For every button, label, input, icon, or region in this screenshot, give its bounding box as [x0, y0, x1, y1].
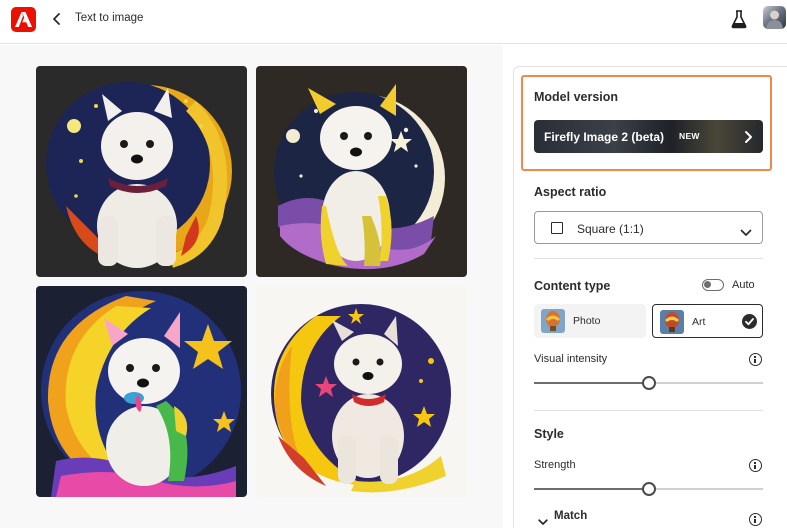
generated-image-1[interactable] [36, 66, 247, 277]
chevron-right-icon [743, 130, 753, 149]
settings-panel: Model version Firefly Image 2 (beta) NEW… [513, 66, 787, 528]
photo-label: Photo [573, 315, 601, 327]
info-icon[interactable] [749, 353, 762, 366]
info-icon[interactable] [749, 459, 762, 472]
info-icon[interactable] [749, 513, 762, 526]
chevron-left-icon[interactable] [50, 10, 64, 28]
auto-toggle-label: Auto [732, 279, 755, 291]
content-type-photo[interactable]: Photo [534, 304, 646, 338]
top-bar: Text to image [0, 0, 787, 44]
slider-handle[interactable] [642, 376, 656, 390]
model-version-button[interactable]: Firefly Image 2 (beta) NEW [534, 120, 763, 153]
style-title: Style [534, 427, 564, 441]
chevron-down-icon [740, 224, 752, 242]
match-label[interactable]: Match [554, 510, 587, 522]
model-version-title: Model version [534, 90, 619, 104]
visual-intensity-slider[interactable] [534, 376, 763, 390]
slider-handle[interactable] [642, 482, 656, 496]
new-badge: NEW [679, 131, 700, 141]
art-thumbnail [660, 310, 684, 334]
generated-image-3[interactable] [36, 286, 247, 497]
generated-image-4[interactable] [256, 286, 467, 497]
strength-slider[interactable] [534, 482, 763, 496]
divider [534, 258, 763, 259]
auto-toggle[interactable] [702, 279, 724, 291]
flask-icon[interactable] [731, 9, 747, 29]
square-icon [551, 222, 563, 234]
visual-intensity-label: Visual intensity [534, 353, 608, 365]
aspect-ratio-select[interactable]: Square (1:1) [534, 211, 763, 244]
adobe-logo[interactable] [11, 7, 36, 32]
aspect-ratio-value: Square (1:1) [577, 222, 644, 236]
page-title: Text to image [75, 12, 144, 24]
aspect-ratio-title: Aspect ratio [534, 185, 607, 199]
image-gallery [0, 45, 503, 528]
user-avatar[interactable] [763, 6, 786, 29]
art-label: Art [692, 316, 706, 328]
divider [534, 410, 763, 411]
model-version-label: Firefly Image 2 (beta) [544, 130, 665, 144]
photo-thumbnail [541, 309, 565, 333]
strength-label: Strength [534, 459, 576, 471]
generated-image-2[interactable] [256, 66, 467, 277]
checkmark-icon [742, 314, 757, 329]
content-type-art[interactable]: Art [652, 304, 763, 338]
chevron-down-icon[interactable] [538, 513, 548, 528]
content-type-title: Content type [534, 279, 611, 293]
